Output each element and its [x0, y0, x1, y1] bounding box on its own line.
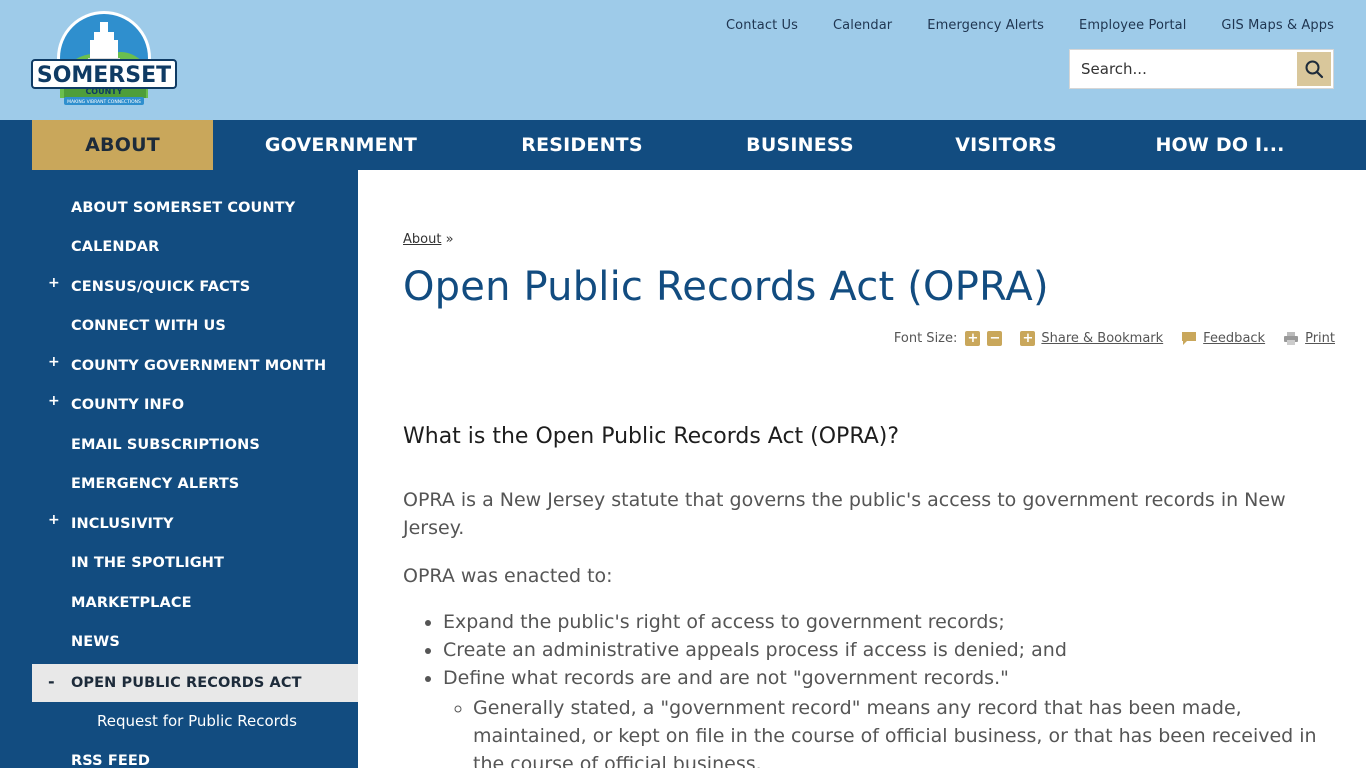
- sidebar-item-label: INCLUSIVITY: [71, 516, 174, 532]
- svg-text:SOMERSET: SOMERSET: [37, 63, 171, 88]
- sidebar-item-census-quick-facts[interactable]: + CENSUS/QUICK FACTS: [32, 269, 358, 305]
- opra-purpose-list: Expand the public's right of access to g…: [443, 608, 1335, 692]
- sidebar-item-label: CONNECT WITH US: [71, 318, 226, 334]
- sidebar-item-label: IN THE SPOTLIGHT: [71, 555, 225, 571]
- search-button[interactable]: [1297, 52, 1331, 86]
- sidebar-item-open-public-records-act[interactable]: - OPEN PUBLIC RECORDS ACT: [32, 664, 358, 702]
- list-item: Define what records are and are not "gov…: [443, 664, 1335, 692]
- utility-link-calendar[interactable]: Calendar: [833, 18, 892, 33]
- expand-plus-icon[interactable]: +: [48, 354, 60, 370]
- sidebar-item-label: NEWS: [71, 634, 120, 650]
- government-record-sublist: Generally stated, a "government record" …: [473, 694, 1335, 768]
- sidebar-item-label: ABOUT SOMERSET COUNTY: [71, 200, 296, 216]
- sidebar: ABOUT SOMERSET COUNTY CALENDAR + CENSUS/…: [0, 170, 358, 768]
- nav-visitors[interactable]: VISITORS: [926, 120, 1086, 170]
- expand-plus-icon[interactable]: +: [48, 275, 60, 291]
- utility-link-emergency-alerts[interactable]: Emergency Alerts: [927, 18, 1044, 33]
- list-item: Generally stated, a "government record" …: [473, 694, 1335, 768]
- section-heading: What is the Open Public Records Act (OPR…: [403, 424, 900, 449]
- list-item: Create an administrative appeals process…: [443, 636, 1335, 664]
- search-input[interactable]: [1070, 50, 1296, 88]
- utility-link-contact-us[interactable]: Contact Us: [726, 18, 798, 33]
- print-link[interactable]: Print: [1305, 331, 1335, 346]
- expand-plus-icon[interactable]: +: [48, 393, 60, 409]
- paragraph-enacted: OPRA was enacted to:: [403, 565, 613, 587]
- sidebar-item-county-government-month[interactable]: + COUNTY GOVERNMENT MONTH: [32, 348, 358, 384]
- sidebar-item-emergency-alerts[interactable]: EMERGENCY ALERTS: [32, 466, 358, 502]
- breadcrumb-separator: »: [441, 232, 454, 247]
- nav-about[interactable]: ABOUT: [32, 120, 213, 170]
- site-header: SOMERSET COUNTY MAKING VIBRANT CONNECTIO…: [0, 0, 1366, 120]
- font-decrease-icon[interactable]: −: [987, 331, 1003, 346]
- sidebar-item-label: COUNTY INFO: [71, 397, 185, 413]
- nav-how-do-i[interactable]: HOW DO I...: [1130, 120, 1310, 170]
- page-tools: Font Size: + − + Share & Bookmark Feedba…: [894, 331, 1335, 346]
- sidebar-item-county-info[interactable]: + COUNTY INFO: [32, 387, 358, 423]
- sidebar-item-label: COUNTY GOVERNMENT MONTH: [71, 358, 327, 374]
- paragraph-intro: OPRA is a New Jersey statute that govern…: [403, 489, 1286, 539]
- sidebar-item-label: RSS FEED: [71, 753, 150, 768]
- nav-government[interactable]: GOVERNMENT: [238, 120, 444, 170]
- sidebar-item-about-somerset-county[interactable]: ABOUT SOMERSET COUNTY: [32, 190, 358, 226]
- sidebar-item-marketplace[interactable]: MARKETPLACE: [32, 585, 358, 621]
- svg-text:MAKING VIBRANT CONNECTIONS: MAKING VIBRANT CONNECTIONS: [67, 99, 141, 105]
- sidebar-item-label: CALENDAR: [71, 239, 160, 255]
- print-icon: [1284, 332, 1299, 345]
- breadcrumb: About »: [403, 232, 454, 247]
- collapse-minus-icon[interactable]: -: [48, 672, 55, 691]
- search-box: [1069, 49, 1334, 89]
- list-item: Expand the public's right of access to g…: [443, 608, 1335, 636]
- feedback-link[interactable]: Feedback: [1203, 331, 1265, 346]
- sidebar-item-in-the-spotlight[interactable]: IN THE SPOTLIGHT: [32, 545, 358, 581]
- sidebar-item-label: MARKETPLACE: [71, 595, 192, 611]
- font-increase-icon[interactable]: +: [965, 331, 981, 346]
- utility-link-employee-portal[interactable]: Employee Portal: [1079, 18, 1186, 33]
- nav-residents[interactable]: RESIDENTS: [490, 120, 674, 170]
- utility-link-gis-maps[interactable]: GIS Maps & Apps: [1221, 18, 1334, 33]
- sidebar-item-email-subscriptions[interactable]: EMAIL SUBSCRIPTIONS: [32, 427, 358, 463]
- main-nav: ABOUT GOVERNMENT RESIDENTS BUSINESS VISI…: [0, 120, 1366, 170]
- svg-text:COUNTY: COUNTY: [85, 87, 122, 96]
- sidebar-item-calendar[interactable]: CALENDAR: [32, 229, 358, 265]
- somerset-county-logo[interactable]: SOMERSET COUNTY MAKING VIBRANT CONNECTIO…: [30, 8, 178, 114]
- sidebar-item-news[interactable]: NEWS: [32, 624, 358, 660]
- sidebar-item-connect-with-us[interactable]: CONNECT WITH US: [32, 308, 358, 344]
- page-title: Open Public Records Act (OPRA): [403, 264, 1049, 310]
- sidebar-item-label: EMAIL SUBSCRIPTIONS: [71, 437, 260, 453]
- search-icon: [1305, 60, 1324, 79]
- font-size-label: Font Size:: [893, 331, 958, 346]
- sidebar-item-label: CENSUS/QUICK FACTS: [71, 279, 251, 295]
- utility-nav: Contact Us Calendar Emergency Alerts Emp…: [691, 18, 1334, 33]
- share-bookmark-link[interactable]: Share & Bookmark: [1041, 331, 1163, 346]
- sidebar-item-rss-feed[interactable]: RSS FEED: [32, 743, 358, 768]
- expand-plus-icon[interactable]: +: [48, 512, 60, 528]
- sidebar-item-label: OPEN PUBLIC RECORDS ACT: [71, 675, 302, 691]
- share-plus-icon: +: [1020, 331, 1036, 346]
- breadcrumb-link-about[interactable]: About: [403, 232, 441, 247]
- sidebar-item-label: EMERGENCY ALERTS: [71, 476, 240, 492]
- nav-business[interactable]: BUSINESS: [714, 120, 886, 170]
- feedback-icon: [1182, 332, 1197, 345]
- sidebar-item-inclusivity[interactable]: + INCLUSIVITY: [32, 506, 358, 542]
- sidebar-subitem-request-for-public-records[interactable]: Request for Public Records: [97, 712, 297, 730]
